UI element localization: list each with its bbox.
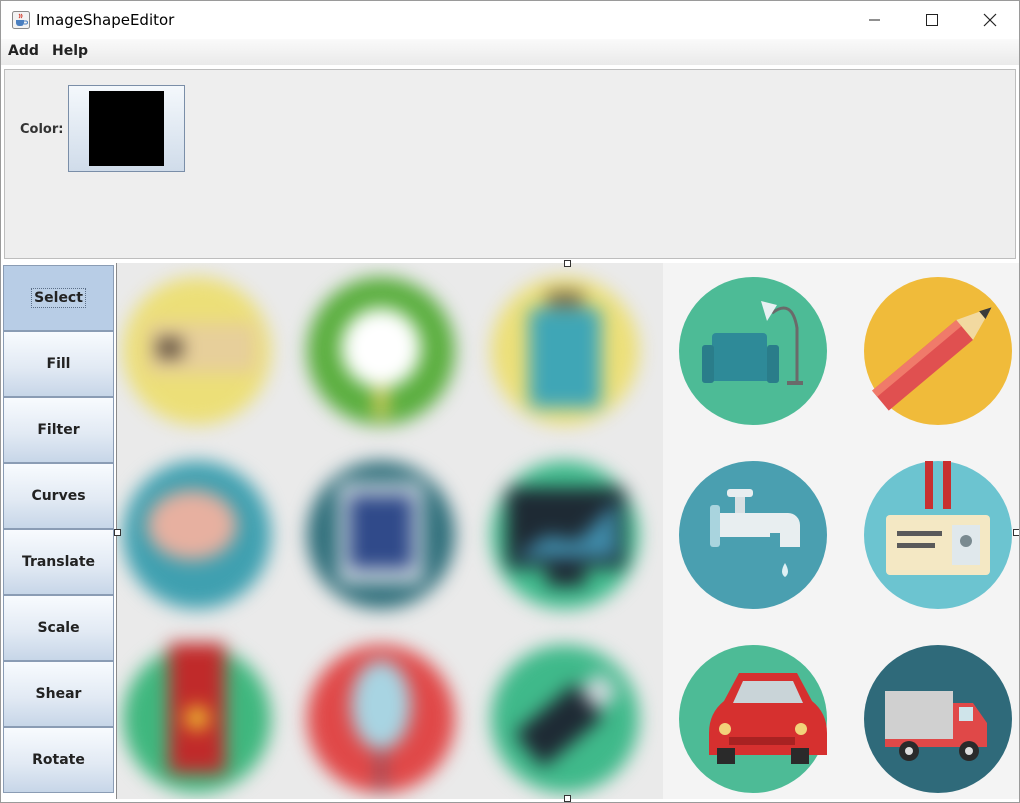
fill-tool-label: Fill: [46, 356, 71, 372]
id-badge-icon: [864, 461, 1012, 609]
shear-tool-label: Shear: [35, 686, 82, 702]
maximize-icon: [926, 14, 938, 26]
app-window: ImageShapeEditor Add Help Color: Select …: [0, 0, 1020, 803]
tool-bar: Select Fill Filter Curves Translate Scal…: [3, 265, 114, 799]
car-icon: [679, 645, 827, 793]
color-panel: Color:: [4, 69, 1016, 259]
select-tool-label: Select: [31, 288, 86, 308]
select-tool-button[interactable]: Select: [3, 265, 114, 331]
bookmark-icon: [123, 643, 271, 793]
title-bar[interactable]: ImageShapeEditor: [1, 1, 1019, 39]
curves-tool-label: Curves: [31, 488, 86, 504]
selection-handle-bottom[interactable]: [564, 795, 571, 802]
rotate-tool-button[interactable]: Rotate: [3, 727, 114, 793]
filter-tool-label: Filter: [37, 422, 80, 438]
java-cup-icon: [12, 11, 30, 29]
pencil-icon: [864, 277, 1012, 425]
fill-tool-button[interactable]: Fill: [3, 331, 114, 397]
minimize-icon: [869, 19, 880, 21]
color-label: Color:: [20, 122, 64, 137]
mouse-icon: [307, 645, 455, 793]
window-title: ImageShapeEditor: [36, 11, 175, 29]
faucet-icon: [679, 461, 827, 609]
scale-tool-label: Scale: [37, 620, 80, 636]
filtered-region[interactable]: [117, 263, 663, 799]
curves-tool-button[interactable]: Curves: [3, 463, 114, 529]
armchair-lamp-icon: [679, 277, 827, 425]
selection-handle-left[interactable]: [114, 529, 121, 536]
close-icon: [983, 13, 997, 27]
scale-tool-button[interactable]: Scale: [3, 595, 114, 661]
donut-icon: [307, 277, 455, 425]
menu-add[interactable]: Add: [8, 43, 39, 59]
brain-icon: [123, 461, 271, 609]
filter-tool-button[interactable]: Filter: [3, 397, 114, 463]
color-swatch: [89, 91, 164, 166]
shear-tool-button[interactable]: Shear: [3, 661, 114, 727]
suitcase-icon: [491, 277, 639, 425]
monitor-chart-icon: [491, 461, 639, 609]
maximize-button[interactable]: [903, 1, 961, 39]
ticket-icon: [123, 277, 271, 425]
usb-drive-icon: [491, 645, 639, 793]
close-button[interactable]: [961, 1, 1019, 39]
truck-icon: [864, 645, 1012, 793]
translate-tool-label: Translate: [21, 554, 96, 570]
minimize-button[interactable]: [845, 1, 903, 39]
translate-tool-button[interactable]: Translate: [3, 529, 114, 595]
selection-handle-right[interactable]: [1013, 529, 1019, 536]
tablet-icon: [307, 461, 455, 609]
selection-handle-top[interactable]: [564, 260, 571, 267]
menu-bar: Add Help: [1, 39, 1019, 65]
menu-help[interactable]: Help: [52, 43, 88, 59]
image-canvas[interactable]: [114, 260, 1019, 802]
color-picker-button[interactable]: [68, 85, 185, 172]
rotate-tool-label: Rotate: [32, 752, 85, 768]
